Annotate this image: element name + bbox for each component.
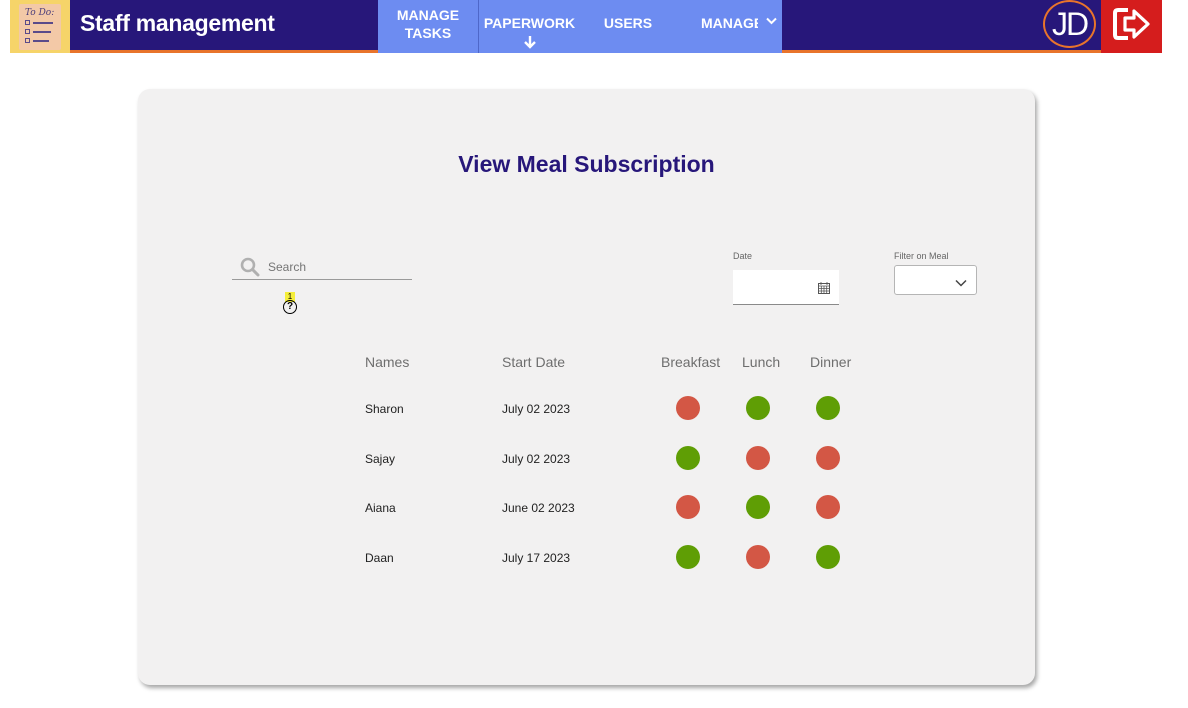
checkbox-glyph: [25, 28, 30, 34]
breakfast-status-dot[interactable]: [676, 495, 700, 519]
dinner-status-dot[interactable]: [816, 396, 840, 420]
dinner-status-dot[interactable]: [816, 445, 840, 470]
lunch-status-dot[interactable]: [746, 495, 770, 519]
breakfast-status-dot[interactable]: [676, 445, 700, 470]
nav-manage-tasks-line1: MANAGE: [396, 7, 460, 23]
column-header-lunch: Lunch: [742, 354, 781, 370]
search-icon: [240, 257, 260, 282]
note-line: [33, 21, 53, 24]
dinner-status-dot[interactable]: [816, 495, 840, 519]
column-header-dinner: Dinner: [810, 354, 852, 370]
app-brand-title: Staff management: [80, 10, 275, 36]
meal-filter-select[interactable]: [894, 265, 977, 295]
nav-manage-label: MANAGE: [701, 15, 758, 31]
checkbox-glyph: [25, 37, 30, 43]
logout-icon: [1112, 4, 1152, 49]
chevron-down-icon: [766, 14, 777, 28]
nav-paperwork[interactable]: PAPERWORK: [478, 0, 580, 53]
help-icon: ?: [283, 300, 297, 314]
note-line: [33, 39, 49, 42]
calendar-icon[interactable]: [818, 281, 830, 299]
user-avatar[interactable]: JD: [1043, 0, 1096, 48]
page-title: View Meal Subscription: [458, 151, 715, 177]
todo-note-icon: To Do:: [19, 3, 61, 50]
logout-button[interactable]: [1101, 0, 1162, 53]
row-start-date: July 02 2023: [502, 402, 571, 416]
row-start-date: July 17 2023: [502, 550, 571, 565]
help-widget[interactable]: 1 ?: [281, 292, 299, 316]
nav-manage-tasks-line2: TASKS: [404, 25, 452, 41]
search-field[interactable]: [232, 255, 412, 280]
breakfast-status-dot[interactable]: [676, 396, 700, 420]
meal-filter-label: Filter on Meal: [894, 251, 949, 261]
column-header-names: Names: [365, 354, 410, 370]
row-name: Aiana: [365, 501, 396, 515]
row-start-date: June 02 2023: [502, 501, 575, 515]
nav-manage-tasks[interactable]: MANAGE TASKS: [378, 0, 478, 53]
column-header-start-date: Start Date: [502, 354, 566, 370]
main-nav: MANAGE TASKS PAPERWORK USERS MANAGE: [378, 0, 782, 53]
date-label: Date: [733, 251, 753, 261]
checkbox-glyph: [25, 19, 30, 25]
dinner-status-dot[interactable]: [816, 544, 840, 569]
date-input[interactable]: [733, 270, 839, 305]
nav-paperwork-label: PAPERWORK: [483, 15, 576, 31]
nav-manage-dropdown[interactable]: MANAGE: [676, 0, 782, 53]
column-header-breakfast: Breakfast: [661, 354, 721, 370]
row-start-date: July 02 2023: [502, 451, 571, 466]
row-name: Sajay: [365, 451, 396, 466]
search-input[interactable]: [268, 260, 408, 274]
lunch-status-dot[interactable]: [746, 544, 770, 569]
row-name: Daan: [365, 550, 394, 565]
arrow-down-icon: [479, 35, 580, 51]
lunch-status-dot[interactable]: [746, 445, 770, 470]
row-name: Sharon: [365, 402, 404, 416]
lunch-status-dot[interactable]: [746, 396, 770, 420]
note-line: [33, 30, 51, 33]
app-logo[interactable]: To Do:: [10, 0, 70, 53]
chevron-down-icon: [955, 275, 967, 293]
breakfast-status-dot[interactable]: [676, 544, 700, 569]
logo-text: To Do:: [25, 7, 55, 18]
nav-users[interactable]: USERS: [580, 0, 676, 53]
meal-subscription-card: View Meal Subscription 1 ? Date Filter o…: [138, 89, 1035, 685]
top-navigation-bar: To Do: Staff management MANAGE TASKS PAP…: [10, 0, 1162, 53]
